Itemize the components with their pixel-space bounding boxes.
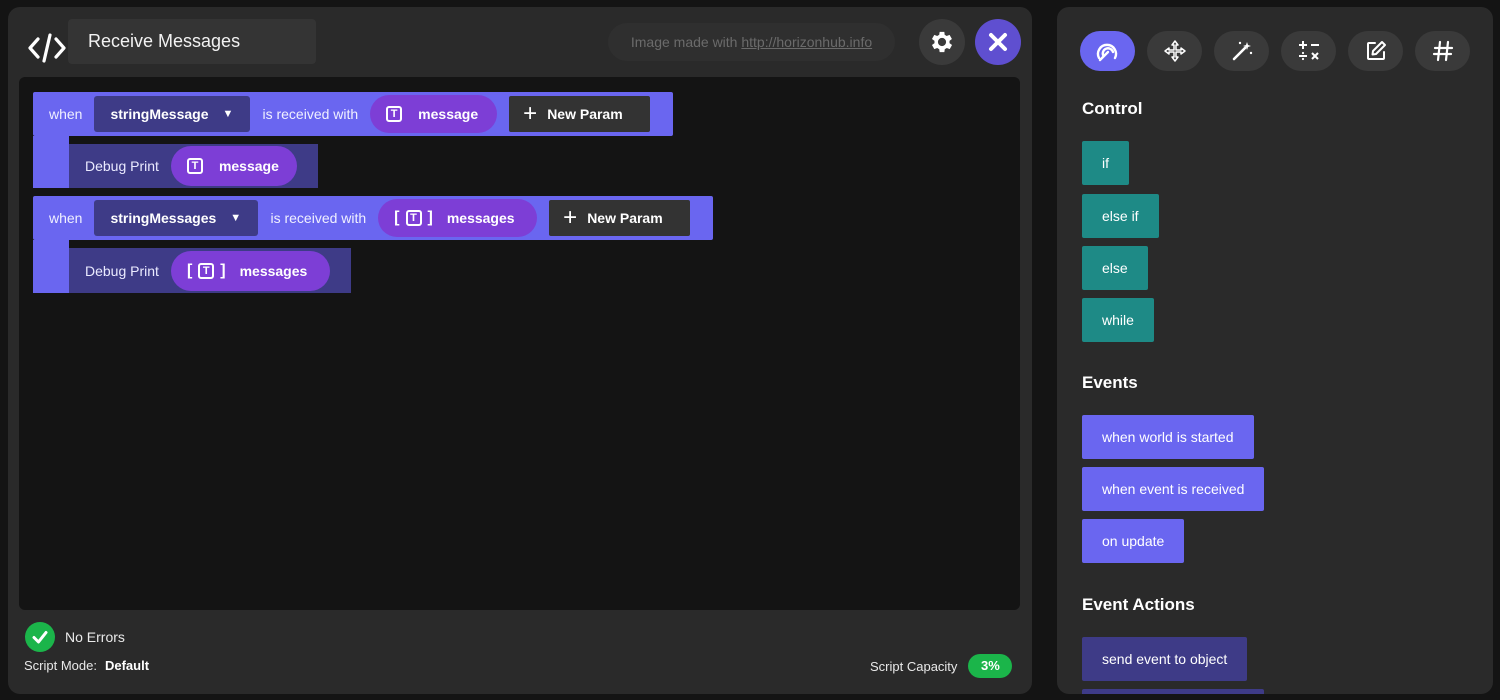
watermark-text: Image made with [630, 34, 742, 50]
received-label: is received with [270, 210, 367, 226]
tab-move[interactable] [1147, 31, 1202, 71]
capacity-badge: 3% [968, 654, 1013, 678]
tab-edit[interactable] [1348, 31, 1403, 71]
palette-block-else[interactable]: else [1082, 246, 1148, 290]
script-mode-label: Script Mode: [24, 658, 97, 673]
error-status: No Errors [25, 622, 125, 652]
chevron-down-icon: ▼ [230, 212, 242, 224]
text-type-icon: T [386, 106, 403, 122]
math-operators-icon [1298, 41, 1319, 61]
new-param-label: New Param [587, 210, 663, 226]
event-dropdown[interactable]: stringMessages ▼ [94, 200, 259, 236]
debug-print-block[interactable]: Debug Print [T] messages [69, 248, 351, 293]
event-block-string-message[interactable]: when stringMessage ▼ is received with T … [33, 92, 673, 188]
text-type-icon: T [186, 158, 203, 174]
move-arrows-icon [1163, 40, 1186, 62]
new-param-button[interactable]: + New Param [549, 200, 691, 236]
section-title-events: Events [1082, 373, 1138, 392]
script-name-field[interactable]: Receive Messages [68, 19, 316, 64]
close-icon [989, 33, 1007, 51]
script-editor-panel: Receive Messages Image made with http://… [8, 7, 1032, 694]
new-param-label: New Param [547, 106, 623, 122]
palette-block-if[interactable]: if [1082, 141, 1129, 185]
plus-icon: + [523, 100, 538, 127]
text-array-icon: [T] [394, 209, 433, 226]
param-pill[interactable]: [T] messages [170, 250, 330, 291]
param-name: messages [239, 262, 308, 279]
watermark-link: http://horizonhub.info [741, 34, 873, 50]
code-icon [28, 33, 66, 63]
event-name: stringMessages [110, 210, 217, 226]
received-label: is received with [262, 106, 359, 122]
debug-print-label: Debug Print [85, 262, 159, 279]
param-pill[interactable]: [T] messages [378, 199, 538, 237]
debug-print-block[interactable]: Debug Print T message [69, 144, 318, 188]
script-capacity: Script Capacity 3% [870, 654, 1013, 678]
control-flow-icon [1096, 43, 1117, 62]
event-dropdown[interactable]: stringMessage ▼ [94, 96, 251, 132]
chevron-down-icon: ▼ [222, 108, 234, 120]
block-body-bar [33, 136, 69, 188]
palette-block-next[interactable] [1082, 689, 1264, 694]
palette-block-on-update[interactable]: on update [1082, 519, 1185, 563]
debug-print-label: Debug Print [85, 158, 159, 174]
event-name: stringMessage [110, 106, 209, 122]
tab-math[interactable] [1281, 31, 1336, 71]
block-palette: Control if else if else while Events whe… [1057, 7, 1493, 694]
magic-wand-icon [1232, 41, 1252, 61]
palette-tabs [1080, 31, 1470, 71]
palette-block-when-event-received[interactable]: when event is received [1082, 467, 1265, 511]
tab-effects[interactable] [1214, 31, 1269, 71]
event-block-header[interactable]: when stringMessage ▼ is received with T … [33, 92, 673, 136]
section-title-event-actions: Event Actions [1082, 595, 1195, 614]
new-param-button[interactable]: + New Param [509, 96, 651, 132]
script-mode-value: Default [104, 658, 150, 673]
tab-variables[interactable] [1415, 31, 1470, 71]
script-capacity-label: Script Capacity [870, 658, 958, 674]
event-block-string-messages[interactable]: when stringMessages ▼ is received with [… [33, 196, 713, 293]
script-mode: Script Mode: Default [24, 658, 149, 673]
settings-button[interactable] [919, 19, 965, 65]
gear-icon [931, 31, 953, 53]
check-icon [25, 622, 55, 652]
param-name: messages [446, 210, 515, 226]
block-body-bar [33, 240, 69, 293]
hash-icon [1432, 40, 1453, 62]
errors-text: No Errors [65, 629, 125, 645]
when-label: when [49, 106, 83, 122]
palette-block-else-if[interactable]: else if [1082, 194, 1159, 238]
script-canvas[interactable]: when stringMessage ▼ is received with T … [19, 77, 1020, 610]
event-block-header[interactable]: when stringMessages ▼ is received with [… [33, 196, 713, 240]
plus-icon: + [563, 204, 578, 231]
param-pill[interactable]: T message [170, 146, 297, 186]
when-label: when [49, 210, 83, 226]
param-pill[interactable]: T message [370, 95, 498, 133]
palette-block-while[interactable]: while [1082, 298, 1154, 342]
edit-icon [1366, 41, 1386, 60]
text-array-icon: [T] [186, 261, 226, 279]
tab-control-flow[interactable] [1080, 31, 1135, 71]
param-name: message [418, 106, 479, 122]
watermark: Image made with http://horizonhub.info [608, 23, 895, 61]
param-name: message [218, 158, 279, 174]
close-button[interactable] [975, 19, 1021, 65]
section-title-control: Control [1082, 99, 1143, 118]
palette-block-when-world-started[interactable]: when world is started [1082, 415, 1254, 459]
palette-block-send-event-to-object[interactable]: send event to object [1082, 637, 1248, 681]
